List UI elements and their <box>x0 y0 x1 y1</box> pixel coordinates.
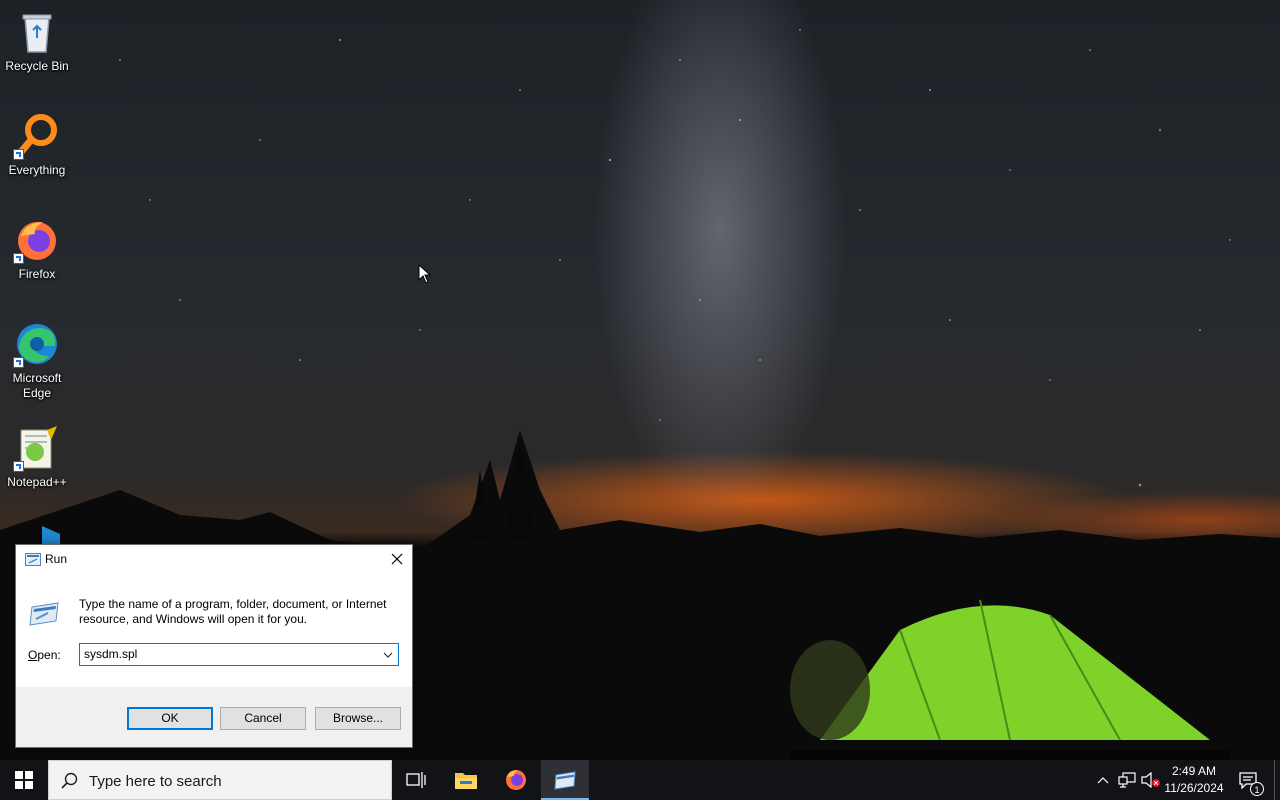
open-combobox[interactable] <box>79 643 399 666</box>
shortcut-arrow-icon <box>13 357 24 368</box>
mouse-cursor-icon <box>418 264 432 284</box>
run-description: Type the name of a program, folder, docu… <box>79 597 387 626</box>
firefox-icon <box>506 770 526 790</box>
wallpaper-tent <box>790 599 1230 760</box>
run-dialog: Run Type the name of a program, folder, … <box>15 544 413 748</box>
notepadpp-icon <box>13 424 61 472</box>
desktop-icon-label: Notepad++ <box>7 475 67 489</box>
run-title: Run <box>45 552 68 566</box>
notification-count-badge: 1 <box>1250 782 1264 796</box>
desktop-icon-edge[interactable]: Microsoft Edge <box>0 320 74 401</box>
open-label-text: pen: <box>37 648 61 662</box>
taskbar: Type here to search 2:49 AM 11/26/2024 1 <box>0 760 1280 800</box>
chevron-up-icon <box>1097 777 1109 784</box>
taskbar-clock[interactable]: 2:49 AM 11/26/2024 <box>1160 763 1228 797</box>
desktop-icon-label: Recycle Bin <box>5 59 69 73</box>
run-title-icon <box>25 553 41 570</box>
close-icon <box>391 553 403 565</box>
recycle-bin-icon <box>13 8 61 56</box>
desktop-icon-firefox[interactable]: Firefox <box>0 216 74 282</box>
clock-date: 11/26/2024 <box>1164 781 1224 795</box>
open-label: Open: <box>28 648 61 662</box>
search-placeholder: Type here to search <box>89 773 222 790</box>
shortcut-arrow-icon <box>13 461 24 472</box>
show-desktop-button[interactable] <box>1274 760 1280 800</box>
task-view-icon <box>406 772 426 788</box>
close-button[interactable] <box>382 545 412 573</box>
firefox-icon <box>13 216 61 264</box>
run-app-icon <box>554 771 576 790</box>
shortcut-arrow-icon <box>13 253 24 264</box>
desktop-icon-everything[interactable]: Everything <box>0 112 74 178</box>
start-button[interactable] <box>0 760 48 800</box>
everything-search-icon <box>13 112 61 160</box>
network-icon <box>1118 772 1136 788</box>
edge-icon <box>13 320 61 368</box>
run-titlebar[interactable]: Run <box>16 545 412 573</box>
shortcut-arrow-icon <box>13 149 24 160</box>
desktop-icon-notepadpp[interactable]: Notepad++ <box>0 424 74 490</box>
chevron-down-icon[interactable] <box>381 648 395 662</box>
network-button[interactable] <box>1116 760 1138 800</box>
desktop-icon-label: Firefox <box>18 267 56 281</box>
open-label-accesskey: O <box>28 648 38 662</box>
task-view-button[interactable] <box>392 760 440 800</box>
volume-button[interactable] <box>1140 760 1162 800</box>
cancel-button[interactable]: Cancel <box>220 707 306 730</box>
ok-button[interactable]: OK <box>127 707 213 730</box>
search-icon <box>61 772 78 789</box>
windows-logo-icon <box>15 771 33 789</box>
browse-button[interactable]: Browse... <box>315 707 401 730</box>
taskbar-file-explorer[interactable] <box>442 760 490 800</box>
taskbar-search-box[interactable]: Type here to search <box>48 760 392 800</box>
show-hidden-icons-button[interactable] <box>1092 760 1114 800</box>
open-input[interactable] <box>84 646 374 662</box>
taskbar-run[interactable] <box>541 760 589 800</box>
run-body: Type the name of a program, folder, docu… <box>16 573 412 687</box>
desktop-icon-partial-vscode[interactable] <box>12 526 62 546</box>
volume-muted-icon <box>1141 772 1160 788</box>
file-explorer-icon <box>455 773 477 789</box>
clock-time: 2:49 AM <box>1171 764 1217 778</box>
run-program-icon <box>28 597 60 632</box>
desktop-icon-label: Microsoft Edge <box>12 371 62 400</box>
taskbar-firefox[interactable] <box>492 760 540 800</box>
desktop-icon-recycle-bin[interactable]: Recycle Bin <box>0 8 74 74</box>
desktop-icon-label: Everything <box>8 163 66 177</box>
